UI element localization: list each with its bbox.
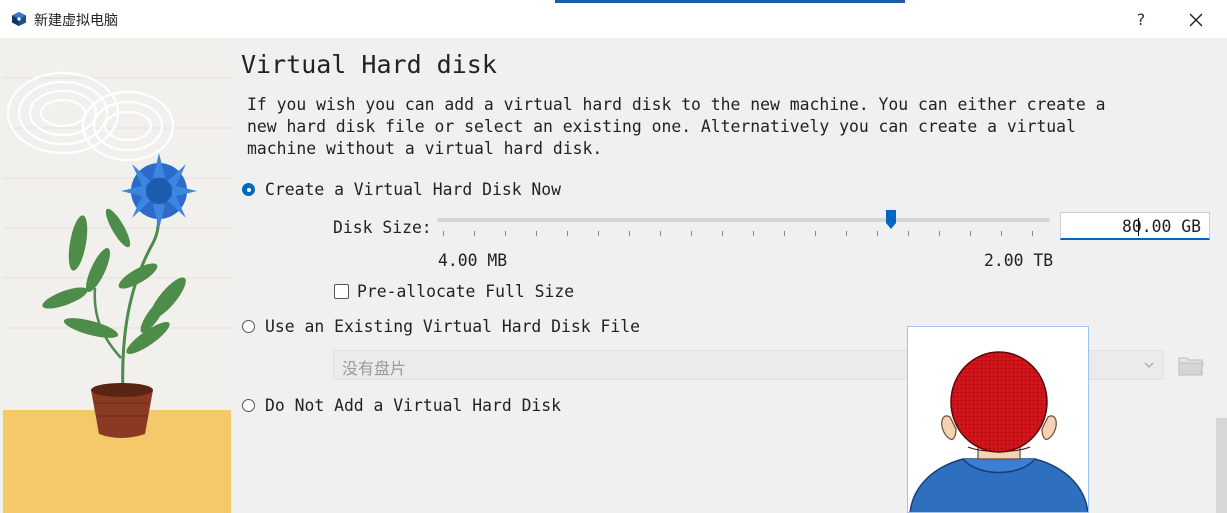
disk-size-min-label: 4.00 MB — [438, 251, 508, 270]
existing-disk-selected-value: 没有盘片 — [342, 359, 407, 378]
help-button[interactable]: ? — [1128, 7, 1154, 33]
slider-tick — [1001, 231, 1002, 236]
text-caret — [1138, 218, 1139, 236]
slider-tick — [691, 231, 692, 236]
folder-icon — [1178, 357, 1204, 376]
preallocate-label[interactable]: Pre-allocate Full Size — [357, 282, 574, 301]
slider-tick — [877, 231, 878, 236]
do-not-add-disk-label[interactable]: Do Not Add a Virtual Hard Disk — [265, 396, 561, 415]
create-disk-now-label[interactable]: Create a Virtual Hard Disk Now — [265, 180, 561, 199]
close-button[interactable] — [1181, 7, 1211, 33]
preallocate-checkbox[interactable] — [334, 284, 349, 299]
slider-tick — [784, 231, 785, 236]
disk-size-label: Disk Size: — [333, 218, 432, 237]
slider-tick — [443, 231, 444, 236]
title-bar: 新建虚拟电脑 ? — [0, 0, 1227, 38]
disk-size-slider-thumb[interactable] — [886, 210, 896, 230]
disk-size-slider-track[interactable] — [437, 218, 1050, 222]
disk-size-input[interactable]: 80.00 GB — [1060, 212, 1210, 240]
virtualbox-cube-icon — [12, 12, 26, 26]
close-icon — [1189, 13, 1203, 27]
slider-tick — [660, 231, 661, 236]
slider-tick — [598, 231, 599, 236]
use-existing-disk-radio[interactable] — [242, 320, 255, 333]
chevron-down-icon — [1144, 362, 1154, 368]
window-title: 新建虚拟电脑 — [34, 13, 118, 29]
slider-tick — [939, 231, 940, 236]
slider-tick — [1032, 231, 1033, 236]
slider-tick — [474, 231, 475, 236]
choose-disk-file-button[interactable] — [1175, 350, 1207, 380]
slider-tick — [536, 231, 537, 236]
slider-tick — [908, 231, 909, 236]
scrollbar-edge — [1216, 418, 1227, 513]
slider-tick — [970, 231, 971, 236]
slider-tick — [722, 231, 723, 236]
page-title: Virtual Hard disk — [241, 50, 497, 79]
person-back-of-head-image — [909, 351, 1088, 512]
use-existing-disk-label[interactable]: Use an Existing Virtual Hard Disk File — [265, 317, 640, 336]
disk-size-max-label: 2.00 TB — [984, 251, 1054, 270]
slider-tick — [567, 231, 568, 236]
wizard-illustration — [3, 38, 231, 513]
page-description: If you wish you can add a virtual hard d… — [247, 95, 1106, 158]
slider-tick — [815, 231, 816, 236]
slider-tick — [753, 231, 754, 236]
slider-tick — [505, 231, 506, 236]
disk-size-value: 80.00 GB — [1122, 217, 1201, 236]
title-accent-strip — [555, 0, 905, 3]
do-not-add-disk-radio[interactable] — [242, 399, 255, 412]
avatar — [907, 326, 1089, 513]
create-disk-now-radio[interactable] — [242, 183, 255, 196]
slider-tick — [629, 231, 630, 236]
flower-pot-illustration — [3, 38, 231, 513]
slider-tick — [846, 231, 847, 236]
